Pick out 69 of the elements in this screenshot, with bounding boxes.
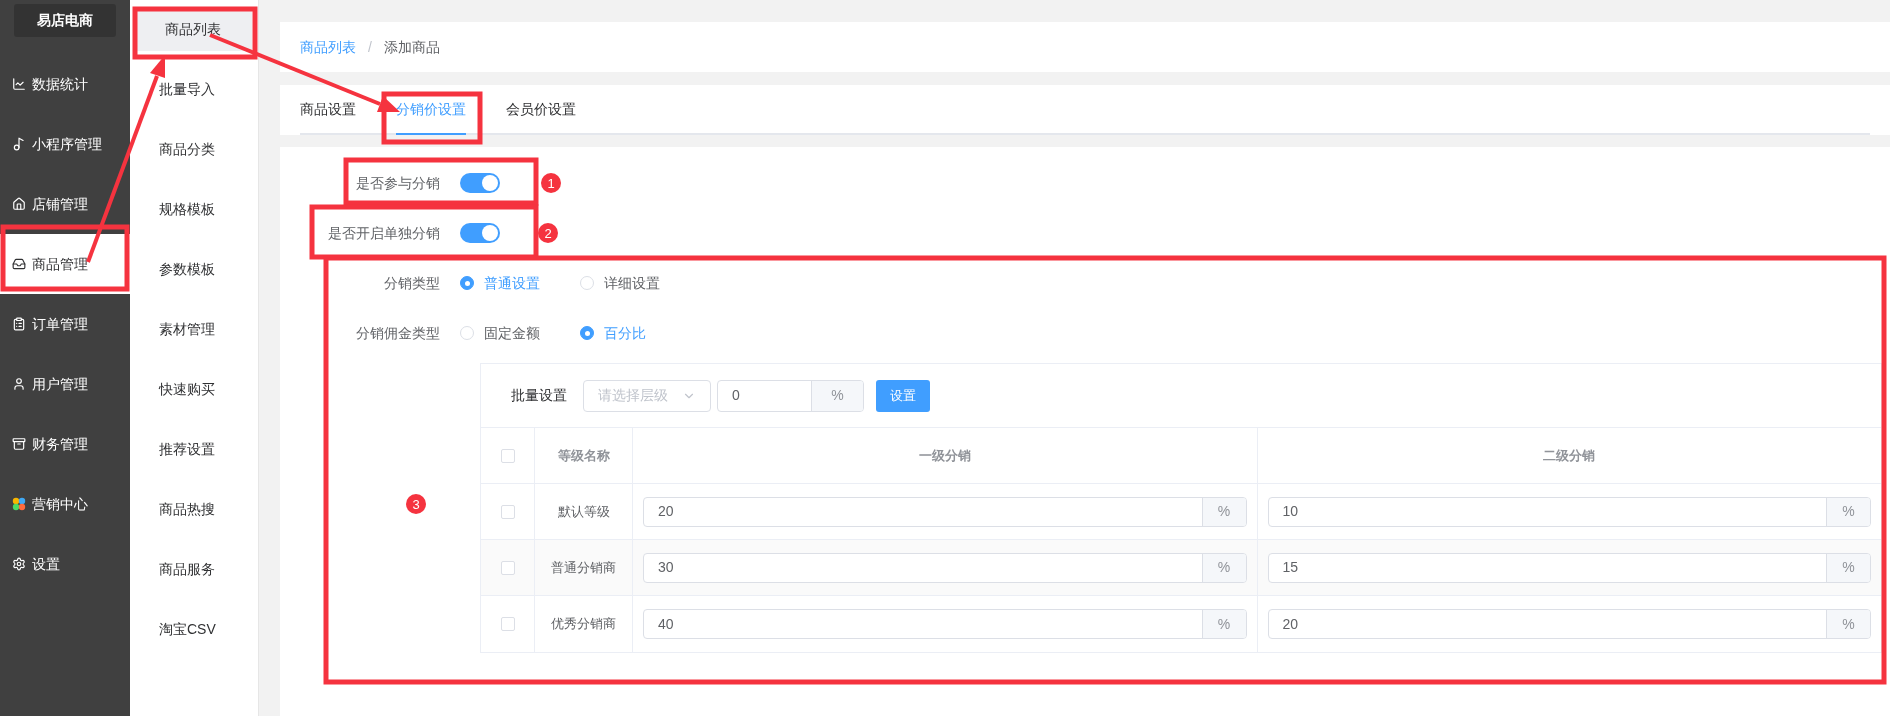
percent-input[interactable]: 15 % (1267, 552, 1871, 583)
batch-label: 批量设置 (511, 386, 567, 405)
tab[interactable]: 会员价设置 (506, 85, 576, 135)
sidebar-item[interactable]: 数据统计 (0, 54, 130, 114)
sidebar-item[interactable]: 用户管理 (0, 354, 130, 414)
field-label: 是否开启单独分销 (327, 223, 441, 243)
sidebar-item[interactable]: 设置 (0, 534, 130, 594)
breadcrumb-separator: / (368, 37, 372, 57)
submenu-item[interactable]: 参数模板 (130, 248, 258, 291)
archive-icon (12, 437, 26, 451)
step-badge: 1 (541, 173, 561, 193)
percent-input[interactable]: 30 % (643, 552, 1247, 583)
sidebar-item[interactable]: 小程序管理 (0, 114, 130, 174)
submenu-item[interactable]: 快速购买 (130, 368, 258, 411)
checkbox[interactable] (500, 448, 515, 463)
step-badge: 2 (538, 223, 558, 243)
sidebar-item[interactable]: 营销中心 (0, 474, 130, 534)
checkbox[interactable] (500, 617, 515, 631)
radio-button[interactable] (460, 276, 474, 290)
input-unit: % (1201, 497, 1246, 526)
table-cell: 普通分销商 (535, 540, 633, 595)
note-icon (12, 137, 26, 151)
submenu-item[interactable]: 规格模板 (130, 188, 258, 231)
radio-label[interactable]: 固定金额 (484, 322, 540, 344)
field-label: 分销类型 (383, 273, 441, 293)
input-unit: % (1826, 497, 1870, 526)
input-unit: % (1201, 553, 1246, 582)
user-icon (12, 377, 26, 391)
petals-icon (12, 497, 26, 511)
input-unit: % (1826, 553, 1870, 582)
settings-icon (12, 557, 26, 571)
submenu-item[interactable]: 推荐设置 (130, 428, 258, 471)
percent-input[interactable]: 20 % (643, 496, 1247, 527)
submenu-item[interactable]: 商品服务 (130, 548, 258, 591)
percent-input[interactable]: 40 % (643, 609, 1247, 639)
checkbox[interactable] (500, 560, 515, 575)
step-badge: 3 (406, 494, 426, 514)
sidebar-item[interactable]: 店铺管理 (0, 174, 130, 234)
submenu-item[interactable]: 淘宝CSV (130, 608, 258, 651)
logo: 易店电商 (14, 4, 116, 37)
radio-label[interactable]: 详细设置 (604, 272, 660, 294)
radio-button[interactable] (580, 326, 594, 340)
submenu-item[interactable]: 商品热搜 (130, 488, 258, 531)
sidebar-item[interactable]: 订单管理 (0, 294, 130, 354)
clipboard-icon (12, 317, 26, 331)
toggle-switch[interactable] (460, 223, 500, 243)
house-icon (12, 197, 26, 211)
tab[interactable]: 商品设置 (300, 85, 356, 135)
percent-input[interactable]: 10 % (1267, 496, 1871, 527)
submenu-item[interactable]: 商品分类 (130, 128, 258, 171)
inbox-icon (12, 257, 26, 271)
table-cell: 优秀分销商 (535, 596, 633, 652)
input-unit: % (811, 380, 863, 411)
column-header: 二级分销 (1542, 446, 1597, 465)
input-unit: % (1826, 610, 1870, 638)
field-label: 是否参与分销 (355, 173, 441, 193)
column-header: 等级名称 (535, 428, 633, 483)
chart-line-icon (12, 77, 26, 91)
field-label: 分销佣金类型 (355, 323, 441, 343)
percent-input[interactable]: 0 % (717, 379, 864, 412)
sidebar-item[interactable]: 财务管理 (0, 414, 130, 474)
table-cell: 默认等级 (535, 484, 633, 539)
toggle-switch[interactable] (460, 173, 500, 193)
submenu-item[interactable]: 批量导入 (130, 68, 258, 111)
column-header: 一级分销 (633, 428, 1258, 483)
checkbox[interactable] (500, 504, 515, 519)
input-unit: % (1201, 610, 1246, 638)
submenu-item[interactable]: 素材管理 (130, 308, 258, 351)
percent-input[interactable]: 20 % (1267, 609, 1871, 639)
